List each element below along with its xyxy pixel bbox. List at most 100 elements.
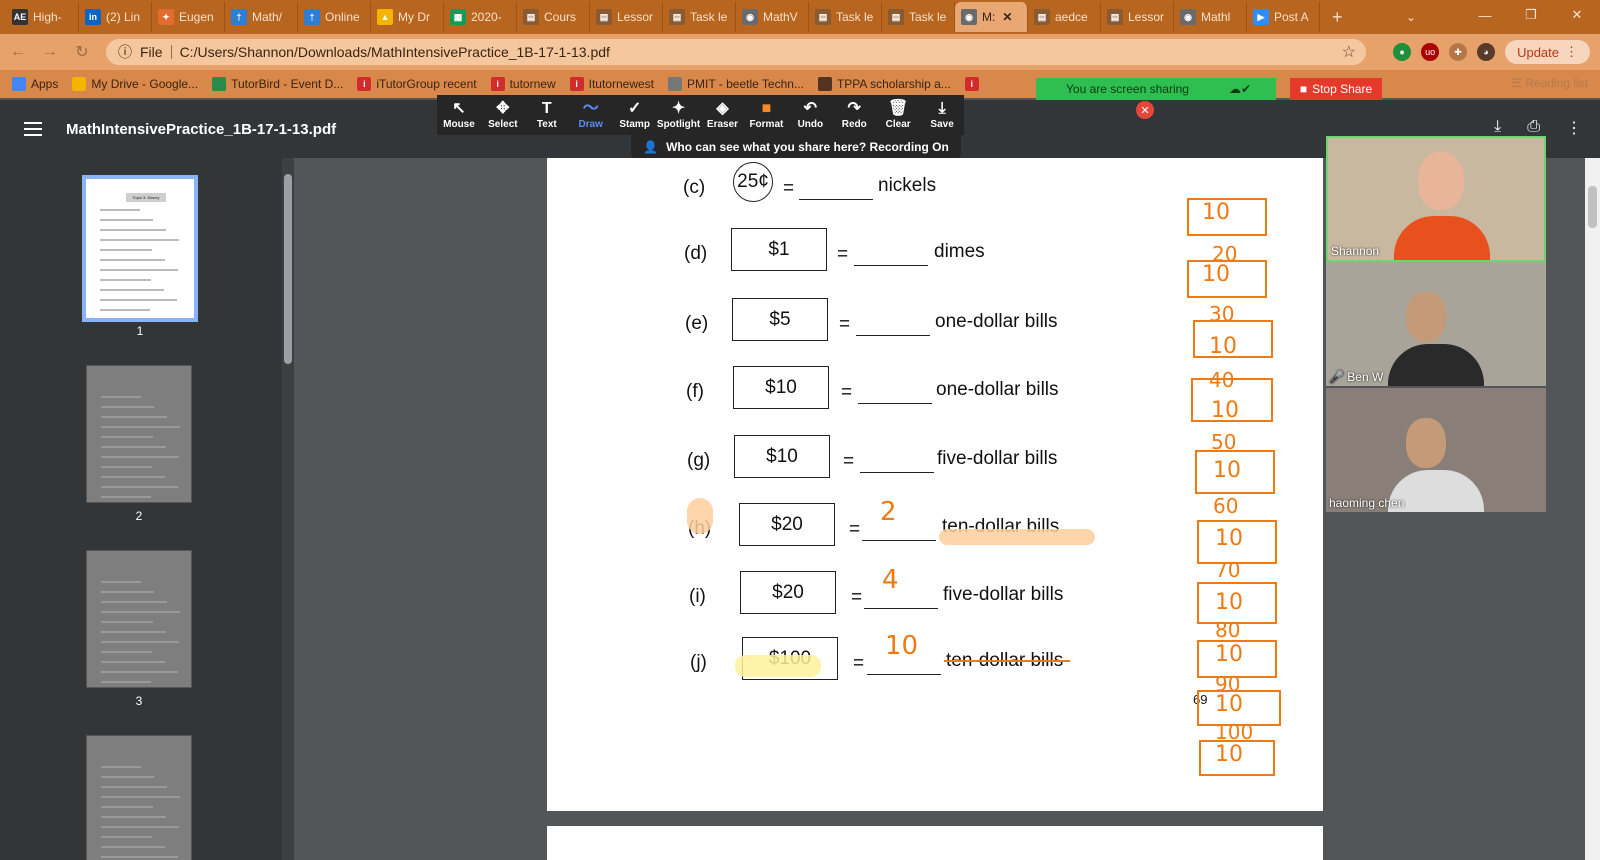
update-button[interactable]: Update ⋮ — [1505, 40, 1590, 64]
page-thumbnail[interactable]: Topic 3: Money — [82, 175, 198, 322]
close-tab-icon[interactable]: ✕ — [1002, 10, 1012, 24]
thumbnail-line — [101, 671, 178, 673]
tab-search-icon[interactable]: ⌄ — [1400, 2, 1426, 32]
browser-tab[interactable]: AE High- — [6, 2, 79, 32]
address-bar[interactable]: ⓘ File C:/Users/Shannon/Downloads/MathIn… — [106, 39, 1366, 65]
clear-icon: 🗑 — [888, 100, 909, 117]
menu-icon[interactable] — [24, 122, 42, 136]
browser-tab[interactable]: ▲ My Dr — [371, 2, 444, 32]
more-icon[interactable]: ⋮ — [1566, 118, 1582, 138]
print-icon[interactable]: ⎙ — [1527, 118, 1540, 138]
bookmark-item[interactable]: i tutornew — [490, 77, 556, 91]
equals-sign: = — [839, 314, 851, 335]
browser-tab[interactable]: ▤ Lessor — [1101, 2, 1174, 32]
tool-draw-button[interactable]: 〜 Draw — [569, 95, 613, 135]
reload-icon[interactable]: ↻ — [68, 38, 96, 66]
document-scroll-thumb[interactable] — [1588, 186, 1597, 228]
profile-avatar[interactable]: ◕ — [1477, 43, 1496, 61]
bookmark-item[interactable]: i Itutornewest — [569, 77, 654, 91]
info-icon[interactable]: ⓘ — [118, 42, 132, 62]
browser-tab[interactable]: ◉ Mathl — [1174, 2, 1247, 32]
problem-label: (c) — [683, 177, 706, 198]
tool-text-button[interactable]: T Text — [525, 95, 569, 135]
money-amount: $20 — [739, 503, 835, 546]
tool-redo-button[interactable]: ↷ Redo — [832, 95, 876, 135]
browser-tab[interactable]: ▤ aedce — [1028, 2, 1101, 32]
tool-mouse-button[interactable]: ↖ Mouse — [437, 95, 481, 135]
tool-undo-button[interactable]: ↶ Undo — [788, 95, 832, 135]
ink-number: 10 — [1202, 262, 1230, 287]
pdf-next-page — [547, 826, 1323, 860]
browser-tab[interactable]: ▤ Task le — [663, 2, 736, 32]
thumbnail-line — [101, 681, 151, 683]
extension-icon[interactable]: ● — [1393, 43, 1412, 61]
bookmark-item[interactable]: My Drive - Google... — [72, 77, 198, 91]
bookmark-label: Apps — [31, 77, 59, 91]
page-thumbnail[interactable] — [86, 365, 192, 503]
tool-stamp-button[interactable]: ✓ Stamp — [613, 95, 657, 135]
tool-label: Clear — [885, 119, 911, 130]
close-window-icon[interactable]: ✕ — [1554, 0, 1600, 30]
bookmark-item[interactable]: TutorBird - Event D... — [212, 77, 343, 91]
browser-tab[interactable]: ◉ M: ✕ — [955, 2, 1028, 32]
browser-tab-strip: AE High-in (2) Lin ✦ Eugen † Math/ † Online ▲ My D… — [0, 0, 1600, 34]
back-icon[interactable]: ← — [4, 38, 32, 66]
puzzle-icon[interactable]: ✚ — [1449, 43, 1468, 61]
tool-spotlight-button[interactable]: ✦ Spotlight — [657, 95, 701, 135]
download-icon[interactable]: ⤓ — [1494, 118, 1501, 138]
forward-icon[interactable]: → — [36, 38, 64, 66]
reading-list[interactable]: ☰ Reading list — [1511, 76, 1588, 90]
stop-share-button[interactable]: ■ Stop Share — [1290, 78, 1382, 100]
browser-tab[interactable]: ▤ Cours — [517, 2, 590, 32]
globe-icon: ◉ — [1180, 9, 1196, 25]
drive-icon: ▲ — [377, 9, 393, 25]
browser-tab[interactable]: ✦ Eugen — [152, 2, 225, 32]
stop-icon: ■ — [1299, 82, 1308, 96]
browser-tab[interactable]: ◉ MathV — [736, 2, 809, 32]
page-thumbnail[interactable] — [86, 550, 192, 688]
browser-tab[interactable]: ▤ Lessor — [590, 2, 663, 32]
page-thumbnail[interactable] — [86, 735, 192, 860]
ink-number: 10 — [1215, 692, 1243, 717]
ublock-icon[interactable]: uo — [1421, 43, 1440, 61]
browser-tab[interactable]: ▤ Task le — [882, 2, 955, 32]
bookmark-star-icon[interactable]: ☆ — [1342, 42, 1356, 62]
bookmark-item[interactable]: TPPA scholarship a... — [817, 77, 951, 91]
browser-tab[interactable]: † Online — [298, 2, 371, 32]
bookmark-item[interactable]: i iTutorGroup recent — [357, 77, 477, 91]
recording-notice[interactable]: 👤 Who can see what you share here? Record… — [631, 135, 961, 159]
ink-number: 10 — [1209, 334, 1237, 359]
browser-tab[interactable]: ▶ Post A — [1247, 2, 1320, 32]
bookmark-item[interactable]: Apps — [12, 77, 58, 91]
browser-tab[interactable]: ▦ 2020- — [444, 2, 517, 32]
bookmark-item[interactable]: i — [964, 77, 979, 91]
close-annotation-icon[interactable]: ✕ — [1136, 101, 1154, 119]
tool-eraser-button[interactable]: ◈ Eraser — [701, 95, 745, 135]
equals-sign: = — [783, 178, 795, 199]
thumbnail-line — [101, 396, 141, 398]
tool-format-button[interactable]: ■ Format — [744, 95, 788, 135]
browser-tab[interactable]: † Math/ — [225, 2, 298, 32]
participant-video[interactable]: haoming chen — [1326, 388, 1546, 512]
tool-clear-button[interactable]: 🗑 Clear — [876, 95, 920, 135]
thumbnail-line — [101, 836, 152, 838]
participant-video[interactable]: Shannon — [1326, 136, 1546, 262]
document-scrollbar[interactable] — [1585, 158, 1600, 860]
bookmark-item[interactable]: PMIT - beetle Techn... — [668, 77, 804, 91]
sidebar-scrollbar[interactable] — [282, 158, 294, 860]
thumbnail-line — [100, 239, 179, 241]
unit-label: nickels — [878, 175, 937, 196]
participant-video[interactable]: 🎤 Ben W — [1326, 262, 1546, 386]
browser-tab[interactable]: in (2) Lin — [79, 2, 152, 32]
new-tab-button[interactable]: + — [1326, 2, 1356, 32]
thumbnail-line — [101, 641, 179, 643]
sidebar-scroll-thumb[interactable] — [284, 174, 292, 364]
minimize-icon[interactable]: — — [1462, 0, 1508, 30]
restore-icon[interactable]: ❐ — [1508, 0, 1554, 30]
browser-tab[interactable]: ▤ Task le — [809, 2, 882, 32]
thumbnail-line — [101, 466, 152, 468]
tool-select-button[interactable]: ✥ Select — [481, 95, 525, 135]
doc-icon: ▤ — [815, 9, 831, 25]
tool-save-button[interactable]: ⤓ Save — [920, 95, 964, 135]
share-status: You are screen sharing — [1066, 82, 1189, 96]
